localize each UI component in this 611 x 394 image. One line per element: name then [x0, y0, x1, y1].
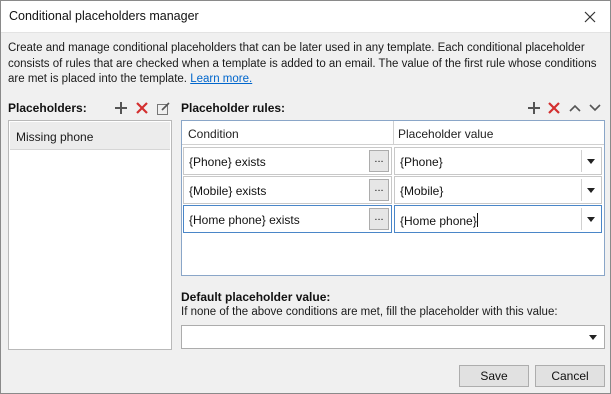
- value-dropdown-button[interactable]: [581, 150, 599, 172]
- placeholders-list[interactable]: Missing phone: [8, 120, 172, 350]
- value-text: {Mobile}: [400, 184, 444, 198]
- add-placeholder-button[interactable]: [113, 100, 129, 116]
- value-text: {Home phone}: [400, 214, 477, 228]
- window-title: Conditional placeholders manager: [9, 9, 199, 23]
- value-input[interactable]: {Home phone}: [400, 213, 478, 228]
- delete-icon: [548, 102, 560, 114]
- edit-condition-button[interactable]: ...: [369, 208, 389, 230]
- value-text: {Phone}: [400, 155, 443, 169]
- value-dropdown-button[interactable]: [581, 179, 599, 201]
- column-header-condition[interactable]: Condition: [188, 127, 239, 141]
- default-value-combobox[interactable]: [181, 325, 605, 349]
- placeholder-name: Missing phone: [16, 130, 94, 144]
- condition-cell[interactable]: {Mobile} exists ...: [183, 176, 392, 204]
- dialog-window: Conditional placeholders manager Create …: [0, 0, 611, 394]
- condition-cell[interactable]: {Phone} exists ...: [183, 147, 392, 175]
- save-button[interactable]: Save: [459, 365, 529, 387]
- condition-text: {Mobile} exists: [189, 184, 267, 198]
- add-rule-button[interactable]: [526, 100, 542, 116]
- table-row: {Home phone} exists ... {Home phone}: [182, 204, 604, 234]
- cancel-button[interactable]: Cancel: [535, 365, 605, 387]
- column-header-value[interactable]: Placeholder value: [398, 127, 493, 141]
- value-cell[interactable]: {Mobile}: [394, 176, 602, 204]
- delete-icon: [136, 102, 148, 114]
- plus-icon: [528, 102, 540, 114]
- learn-more-link[interactable]: Learn more.: [190, 73, 252, 85]
- description: Create and manage conditional placeholde…: [8, 41, 604, 88]
- placeholders-label: Placeholders:: [8, 101, 87, 115]
- move-rule-down-button[interactable]: [587, 100, 603, 116]
- condition-text: {Home phone} exists: [189, 213, 300, 227]
- edit-condition-button[interactable]: ...: [369, 150, 389, 172]
- chevron-down-icon: [586, 158, 595, 164]
- chevron-down-icon: [589, 104, 601, 112]
- table-row: {Phone} exists ... {Phone}: [182, 146, 604, 176]
- edit-icon: [156, 101, 170, 115]
- value-cell[interactable]: {Home phone}: [394, 205, 602, 233]
- condition-text: {Phone} exists: [189, 155, 266, 169]
- description-text: Create and manage conditional placeholde…: [8, 42, 597, 85]
- column-divider: [393, 121, 394, 145]
- chevron-down-icon: [586, 216, 595, 222]
- chevron-down-icon: [589, 334, 597, 340]
- default-value-dropdown-button[interactable]: [584, 327, 602, 347]
- title-bar: Conditional placeholders manager: [1, 1, 610, 33]
- delete-rule-button[interactable]: [546, 100, 562, 116]
- default-value-hint: If none of the above conditions are met,…: [181, 306, 558, 318]
- move-rule-up-button[interactable]: [567, 100, 583, 116]
- condition-cell[interactable]: {Home phone} exists ...: [183, 205, 392, 233]
- grid-header: Condition Placeholder value: [182, 121, 604, 145]
- value-dropdown-button[interactable]: [581, 208, 599, 230]
- chevron-up-icon: [569, 104, 581, 112]
- rules-grid: Condition Placeholder value {Phone} exis…: [181, 120, 605, 276]
- chevron-down-icon: [586, 187, 595, 193]
- edit-condition-button[interactable]: ...: [369, 179, 389, 201]
- default-value-label: Default placeholder value:: [181, 290, 331, 304]
- plus-icon: [115, 102, 127, 114]
- value-cell[interactable]: {Phone}: [394, 147, 602, 175]
- delete-placeholder-button[interactable]: [134, 100, 150, 116]
- edit-placeholder-button[interactable]: [155, 100, 171, 116]
- list-item[interactable]: Missing phone: [10, 122, 170, 150]
- close-icon: [584, 11, 596, 23]
- text-caret: [476, 213, 478, 227]
- placeholder-rules-label: Placeholder rules:: [181, 101, 286, 115]
- table-row: {Mobile} exists ... {Mobile}: [182, 175, 604, 205]
- close-button[interactable]: [580, 7, 600, 27]
